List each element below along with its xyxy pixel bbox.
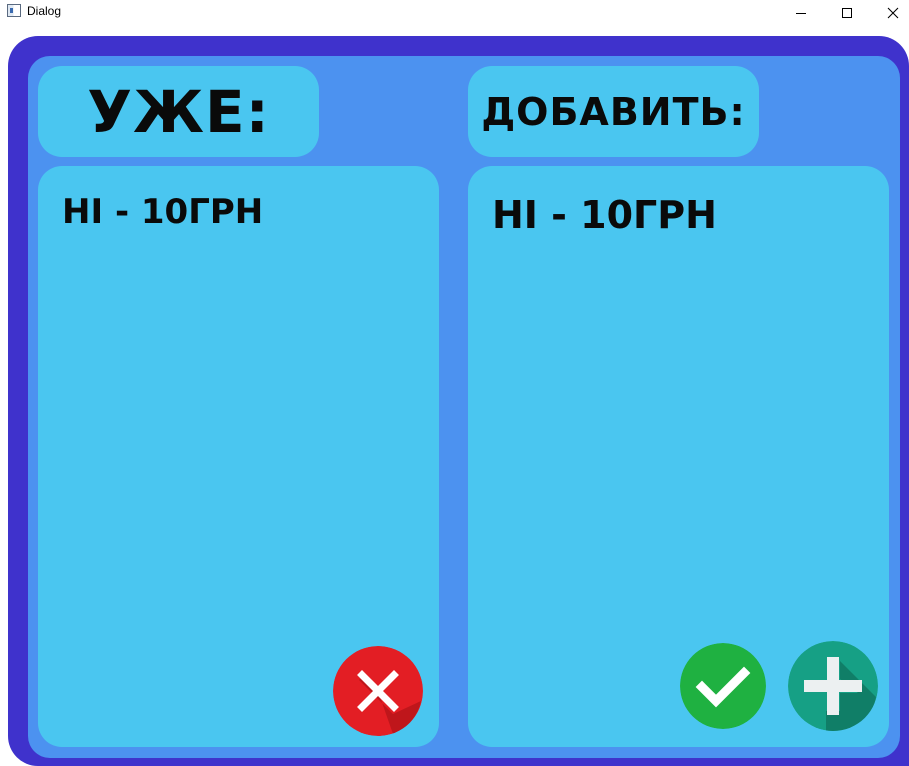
add-header-label: добавить: xyxy=(481,89,746,134)
maximize-button[interactable] xyxy=(824,0,870,26)
window-titlebar: Dialog xyxy=(0,0,909,26)
close-icon xyxy=(887,7,899,19)
checkmark-icon xyxy=(680,643,766,729)
close-button[interactable] xyxy=(870,0,909,26)
add-button[interactable] xyxy=(788,641,878,731)
existing-header-label: уже: xyxy=(87,77,270,146)
minimize-button[interactable] xyxy=(778,0,824,26)
maximize-icon xyxy=(842,8,852,18)
add-list-item[interactable]: hi - 10грн xyxy=(492,193,717,237)
remove-button[interactable] xyxy=(333,646,423,736)
app-icon xyxy=(7,4,21,17)
window-title: Dialog xyxy=(27,4,62,18)
minimize-icon xyxy=(796,13,806,14)
existing-header: уже: xyxy=(38,66,319,157)
existing-list-item[interactable]: hi - 10грн xyxy=(62,192,263,232)
plus-icon xyxy=(788,641,878,731)
confirm-button[interactable] xyxy=(680,643,766,729)
cross-icon xyxy=(333,646,423,736)
add-header: добавить: xyxy=(468,66,759,157)
